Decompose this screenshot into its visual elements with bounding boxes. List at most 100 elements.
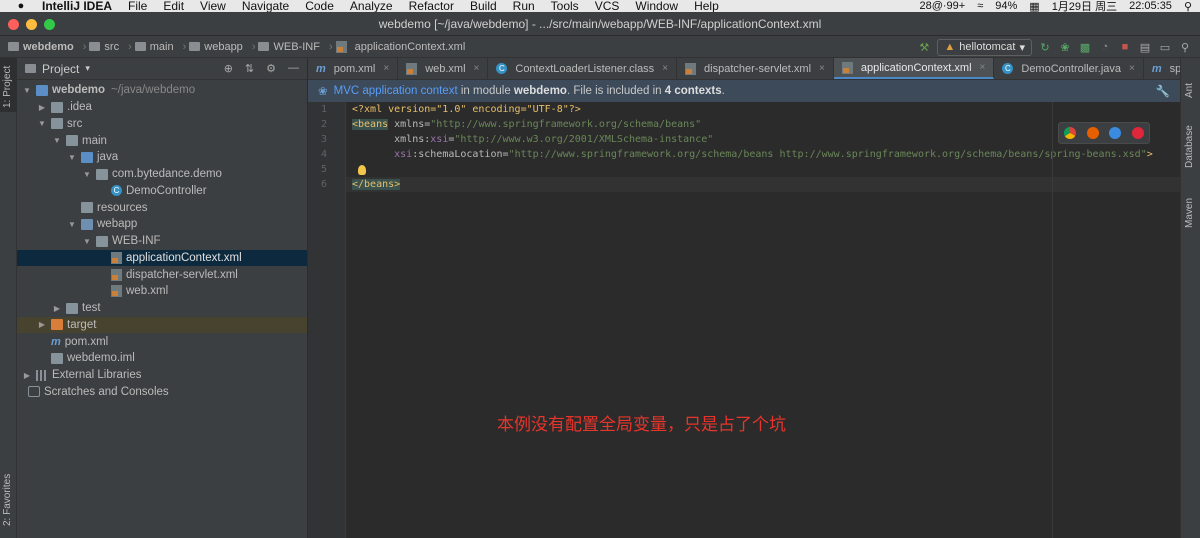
coverage-icon[interactable]: ▩ [1078, 40, 1092, 54]
close-window-button[interactable] [8, 19, 19, 30]
wrench-icon[interactable]: 🔧 [1156, 84, 1170, 98]
menu-vcs[interactable]: VCS [587, 0, 628, 12]
battery-level[interactable]: 94% [995, 0, 1017, 12]
chevron-right-icon[interactable]: ▶ [21, 371, 33, 380]
chevron-down-icon[interactable]: ▼ [21, 86, 33, 95]
project-view-select[interactable]: Project [42, 62, 79, 76]
tree-item[interactable]: ▶ target [17, 316, 307, 334]
tree-item[interactable]: ▶ test [17, 300, 307, 317]
database-tool-button[interactable]: Database [1184, 125, 1195, 168]
breadcrumb-web-inf[interactable]: WEB-INF [258, 41, 320, 53]
breadcrumb-main[interactable]: main [134, 41, 174, 53]
editor-tab[interactable]: dispatcher-servlet.xml × [677, 58, 834, 79]
code-line[interactable]: xmlns:xsi="http://www.w3.org/2001/XMLSch… [346, 132, 1180, 147]
wifi-icon[interactable]: ≈ [977, 0, 983, 12]
menu-refactor[interactable]: Refactor [401, 0, 462, 12]
chevron-down-icon[interactable]: ▼ [66, 220, 78, 229]
code-line[interactable] [346, 162, 1180, 177]
chevron-right-icon[interactable]: ▶ [36, 103, 48, 112]
run-configuration-select[interactable]: ▲ hellotomcat ▾ [937, 38, 1032, 56]
code-line[interactable]: <?xml version="1.0" encoding="UTF-8"?> [346, 102, 1180, 117]
safari-icon[interactable] [1109, 127, 1122, 139]
close-tab-icon[interactable]: × [819, 63, 825, 74]
debug-bug-icon[interactable]: ❀ [1058, 40, 1072, 54]
profile-icon[interactable]: ◔ [1098, 40, 1112, 54]
project-tool-button[interactable]: 1: Project [0, 58, 17, 112]
tree-item[interactable]: ▶ External Libraries [17, 367, 307, 384]
menubar-date[interactable]: 1月29日 周三 [1052, 0, 1117, 12]
menubar-time[interactable]: 22:05:35 [1129, 0, 1172, 12]
menu-code[interactable]: Code [297, 0, 342, 12]
code-editor[interactable]: <?xml version="1.0" encoding="UTF-8"?> <… [346, 102, 1180, 538]
input-method-icon[interactable]: ▦ [1029, 0, 1039, 13]
tree-item[interactable]: applicationContext.xml [17, 249, 307, 267]
notification-status[interactable]: 28@·99+ [919, 0, 965, 12]
menu-help[interactable]: Help [686, 0, 727, 12]
favorites-tool-button[interactable]: 2: Favorites [0, 456, 17, 536]
chevron-down-icon[interactable]: ▼ [81, 237, 93, 246]
tree-item[interactable]: ▶ .idea [17, 99, 307, 116]
chevron-down-icon[interactable]: ▼ [81, 170, 93, 179]
menu-file[interactable]: File [120, 0, 155, 12]
breadcrumb-file[interactable]: applicationContext.xml [335, 40, 465, 53]
editor-tab[interactable]: m pom.xml × [308, 58, 399, 79]
tree-item[interactable]: webdemo.iml [17, 350, 307, 367]
menu-view[interactable]: View [192, 0, 234, 12]
breadcrumb-webapp[interactable]: webapp [189, 41, 243, 53]
editor-tab[interactable]: applicationContext.xml × [833, 58, 995, 79]
tree-item[interactable]: dispatcher-servlet.xml [17, 266, 307, 283]
ant-tool-button[interactable]: Ant [1184, 83, 1195, 98]
editor-tab[interactable]: mspring-webmvc-4× [1144, 58, 1180, 79]
chevron-down-icon[interactable]: ▼ [51, 136, 63, 145]
close-tab-icon[interactable]: × [474, 63, 480, 74]
breadcrumb-webdemo[interactable]: webdemo [8, 41, 74, 53]
editor-tab[interactable]: web.xml × [398, 58, 489, 79]
project-tree[interactable]: ▼ webdemo ~/java/webdemo ▶ .idea ▼ src ▼ main ▼ ja… [17, 80, 307, 400]
menu-run[interactable]: Run [505, 0, 543, 12]
tree-item[interactable]: ▼ webdemo ~/java/webdemo [17, 82, 307, 99]
tree-item[interactable]: Scratches and Consoles [17, 384, 307, 401]
menu-window[interactable]: Window [627, 0, 686, 12]
menu-edit[interactable]: Edit [155, 0, 192, 12]
breadcrumb-src[interactable]: src [89, 41, 119, 53]
terminal-icon[interactable]: ▭ [1158, 40, 1172, 54]
firefox-icon[interactable] [1086, 127, 1099, 139]
chrome-icon[interactable] [1064, 127, 1077, 139]
tree-item[interactable]: C DemoController [17, 183, 307, 200]
code-line-current[interactable]: </beans> [346, 177, 1180, 192]
tree-item[interactable]: m pom.xml [17, 333, 307, 350]
tree-item[interactable]: ▼ WEB-INF [17, 233, 307, 250]
chevron-right-icon[interactable]: ▶ [51, 304, 63, 313]
close-tab-icon[interactable]: × [980, 62, 986, 73]
line-number-gutter[interactable]: 1 2 3 4 5 6 [308, 102, 346, 538]
tree-item[interactable]: ▼ webapp [17, 216, 307, 233]
stop-icon[interactable]: ■ [1118, 40, 1132, 54]
spotlight-search-icon[interactable]: ⚲ [1184, 0, 1192, 13]
chevron-down-icon[interactable]: ▼ [36, 119, 48, 128]
hide-panel-icon[interactable]: — [288, 62, 299, 75]
project-structure-icon[interactable]: ▤ [1138, 40, 1152, 54]
intention-bulb-icon[interactable] [358, 165, 366, 175]
mvc-context-link[interactable]: MVC application context [334, 85, 458, 97]
menu-analyze[interactable]: Analyze [342, 0, 401, 12]
tree-item[interactable]: resources [17, 199, 307, 216]
build-hammer-icon[interactable]: ⚒ [917, 40, 931, 54]
minimize-window-button[interactable] [26, 19, 37, 30]
code-line[interactable]: xsi:schemaLocation="http://www.springfra… [346, 147, 1180, 162]
gear-icon[interactable]: ⚙ [266, 62, 276, 75]
tree-item[interactable]: web.xml [17, 283, 307, 300]
chevron-down-icon[interactable]: ▾ [85, 63, 90, 74]
close-tab-icon[interactable]: × [1129, 63, 1135, 74]
tree-item[interactable]: ▼ com.bytedance.demo [17, 166, 307, 183]
apple-icon[interactable]: ● [10, 0, 32, 12]
tree-item[interactable]: ▼ src [17, 116, 307, 133]
locate-target-icon[interactable]: ⊕ [224, 62, 233, 75]
tree-item[interactable]: ▼ main [17, 132, 307, 149]
search-everywhere-icon[interactable]: ⚲ [1178, 40, 1192, 54]
menu-tools[interactable]: Tools [543, 0, 587, 12]
opera-icon[interactable] [1131, 127, 1144, 139]
editor-tab[interactable]: C DemoController.java × [994, 58, 1144, 79]
close-tab-icon[interactable]: × [662, 63, 668, 74]
menu-app-name[interactable]: IntelliJ IDEA [32, 0, 120, 12]
maven-tool-button[interactable]: Maven [1184, 198, 1195, 228]
